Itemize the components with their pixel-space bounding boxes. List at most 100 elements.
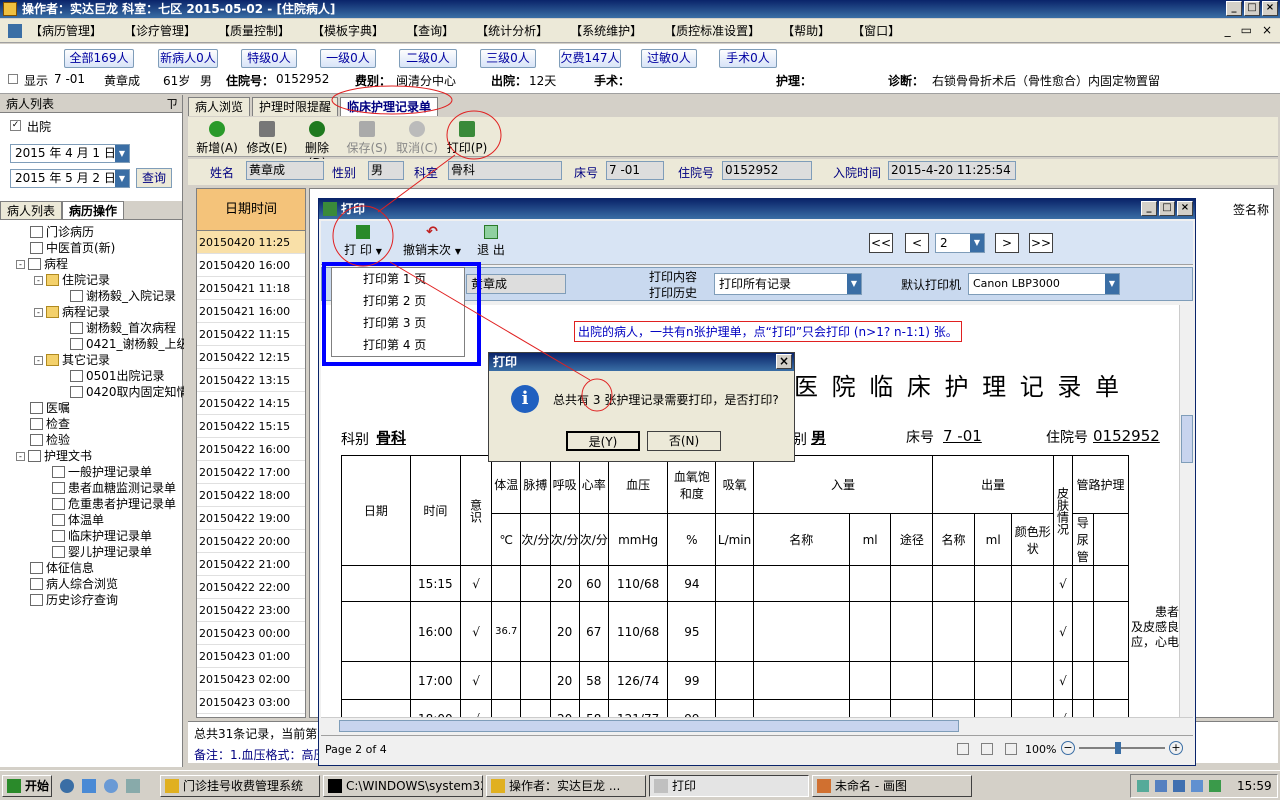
tree-item[interactable]: - 病程记录 <box>34 304 110 320</box>
zoom-out-icon[interactable]: − <box>1061 741 1075 755</box>
tree-item[interactable]: 一般护理记录单 <box>52 464 152 480</box>
tree-item[interactable]: 体征信息 <box>30 560 94 576</box>
tree-item[interactable]: - 护理文书 <box>16 448 92 464</box>
tray-icon[interactable] <box>1173 780 1185 792</box>
menu-statistics[interactable]: 【统计分析】 <box>476 22 548 39</box>
page-select[interactable]: 2 ▼ <box>935 233 985 253</box>
task-main-app[interactable]: 操作者：实达巨龙 ... <box>486 775 646 797</box>
desktop-icon[interactable] <box>82 779 96 793</box>
tab-clinical-nursing-record[interactable]: 临床护理记录单 <box>340 97 439 116</box>
tray-icon[interactable] <box>1155 780 1167 792</box>
minimize-button[interactable]: _ <box>1226 1 1242 16</box>
no-button[interactable]: 否(N) <box>647 431 721 451</box>
filter-level3-button[interactable]: 三级0人 <box>480 49 536 68</box>
collapse-icon[interactable]: - <box>34 355 43 365</box>
tree-item[interactable]: - 其它记录 <box>34 352 110 368</box>
filter-arrears-button[interactable]: 欠费147人 <box>559 49 621 68</box>
tree-item[interactable]: 临床护理记录单 <box>52 528 152 544</box>
prev-page-button[interactable]: < <box>905 233 929 253</box>
last-page-button[interactable]: >> <box>1029 233 1053 253</box>
show-checkbox[interactable] <box>8 74 18 84</box>
tree-item[interactable]: 检验 <box>30 432 70 448</box>
date-from-dropdown-icon[interactable]: ▼ <box>115 145 129 162</box>
menu-system[interactable]: 【系统维护】 <box>570 22 642 39</box>
close-button[interactable]: × <box>1262 1 1278 16</box>
chevron-down-icon[interactable]: ▼ <box>1105 274 1119 294</box>
media-icon[interactable] <box>104 779 118 793</box>
print-button[interactable]: 打印(P) <box>446 119 488 156</box>
task-paint[interactable]: 未命名 - 画图 <box>812 775 972 797</box>
mdi-minimize-button[interactable]: _ <box>1225 23 1231 37</box>
query-button[interactable]: 查询 <box>136 168 172 188</box>
filter-new-button[interactable]: 新病人0人 <box>158 49 218 68</box>
datetime-row[interactable]: 20150422 20:00 <box>197 530 305 553</box>
multi-page-icon[interactable] <box>1005 743 1017 755</box>
tree-item[interactable]: 门诊病历 <box>30 224 94 240</box>
confirm-close-button[interactable]: × <box>776 354 792 369</box>
start-button[interactable]: 开始 <box>2 775 52 797</box>
menu-query[interactable]: 【查询】 <box>406 22 454 39</box>
task-registration[interactable]: 门诊挂号收费管理系统 <box>160 775 320 797</box>
yes-button[interactable]: 是(Y) <box>566 431 640 451</box>
zoom-in-icon[interactable]: + <box>1169 741 1183 755</box>
date-to-picker[interactable]: 2015 年 5 月 2 日 ▼ <box>10 169 130 188</box>
tray-icon[interactable] <box>1137 780 1149 792</box>
menu-qc-standard[interactable]: 【质控标准设置】 <box>664 22 760 39</box>
filter-level1-button[interactable]: 一级0人 <box>320 49 376 68</box>
tree-item[interactable]: 0501出院记录 <box>70 368 165 384</box>
datetime-row[interactable]: 20150422 12:15 <box>197 346 305 369</box>
menu-medical-record[interactable]: 【病历管理】 <box>30 22 102 39</box>
one-page-icon[interactable] <box>957 743 969 755</box>
tray-icon[interactable] <box>1191 780 1203 792</box>
print-minimize-button[interactable]: _ <box>1141 201 1157 216</box>
next-page-button[interactable]: > <box>995 233 1019 253</box>
vertical-scroll-thumb[interactable] <box>1181 415 1193 463</box>
zoom-slider[interactable] <box>1079 747 1165 749</box>
menu-help[interactable]: 【帮助】 <box>782 22 830 39</box>
print-content-select[interactable]: 打印所有记录 ▼ <box>714 273 862 295</box>
undo-last-button[interactable]: ↶ 撤销末次 ▼ <box>397 225 467 258</box>
save-button[interactable]: 保存(S) <box>346 119 388 156</box>
tree-item[interactable]: 谢杨毅_入院记录 <box>70 288 176 304</box>
datetime-row[interactable]: 20150422 17:00 <box>197 461 305 484</box>
tree-item[interactable]: 0420取内固定知情 <box>70 384 189 400</box>
mdi-close-button[interactable]: × <box>1262 23 1272 37</box>
quicklaunch-icon[interactable] <box>126 779 140 793</box>
tab-nursing-reminder[interactable]: 护理时限提醒 <box>252 97 339 116</box>
filter-level2-button[interactable]: 二级0人 <box>399 49 457 68</box>
collapse-icon[interactable]: - <box>34 307 43 317</box>
add-button[interactable]: 新增(A) <box>196 119 238 156</box>
menu-quality[interactable]: 【质量控制】 <box>218 22 290 39</box>
exit-button[interactable]: 退 出 <box>471 225 511 258</box>
tree-item[interactable]: 谢杨毅_首次病程 <box>70 320 176 336</box>
datetime-row[interactable]: 20150421 11:18 <box>197 277 305 300</box>
print-dropdown-button[interactable]: 打 印 ▼ <box>335 225 391 258</box>
datetime-row[interactable]: 20150423 02:00 <box>197 668 305 691</box>
datetime-row[interactable]: 20150422 11:15 <box>197 323 305 346</box>
menu-treatment[interactable]: 【诊疗管理】 <box>124 22 196 39</box>
datetime-row[interactable]: 20150420 11:25 <box>197 231 305 254</box>
first-page-button[interactable]: << <box>869 233 893 253</box>
task-print[interactable]: 打印 <box>649 775 809 797</box>
zoom-slider-thumb[interactable] <box>1115 742 1121 754</box>
datetime-row[interactable]: 20150422 22:00 <box>197 576 305 599</box>
tree-item[interactable]: 婴儿护理记录单 <box>52 544 152 560</box>
chevron-down-icon[interactable]: ▼ <box>847 274 861 294</box>
print-close-button[interactable]: × <box>1177 201 1193 216</box>
datetime-row[interactable]: 20150421 16:00 <box>197 300 305 323</box>
tree-item[interactable]: 危重患者护理记录单 <box>52 496 176 512</box>
print-maximize-button[interactable]: □ <box>1159 201 1175 216</box>
chevron-down-icon[interactable]: ▼ <box>970 234 984 252</box>
filter-all-button[interactable]: 全部169人 <box>64 49 134 68</box>
printer-select[interactable]: Canon LBP3000 ▼ <box>968 273 1120 295</box>
datetime-row[interactable]: 20150422 13:15 <box>197 369 305 392</box>
datetime-row[interactable]: 20150423 03:00 <box>197 691 305 714</box>
tree-item[interactable]: 医嘱 <box>30 400 70 416</box>
cancel-button[interactable]: 取消(C) <box>396 119 438 156</box>
ie-icon[interactable] <box>60 779 74 793</box>
tray-icon[interactable] <box>1209 780 1221 792</box>
collapse-icon[interactable]: - <box>16 259 25 269</box>
edit-button[interactable]: 修改(E) <box>246 119 288 156</box>
tab-record-ops[interactable]: 病历操作 <box>62 201 125 219</box>
tree-item[interactable]: - 病程 <box>16 256 68 272</box>
